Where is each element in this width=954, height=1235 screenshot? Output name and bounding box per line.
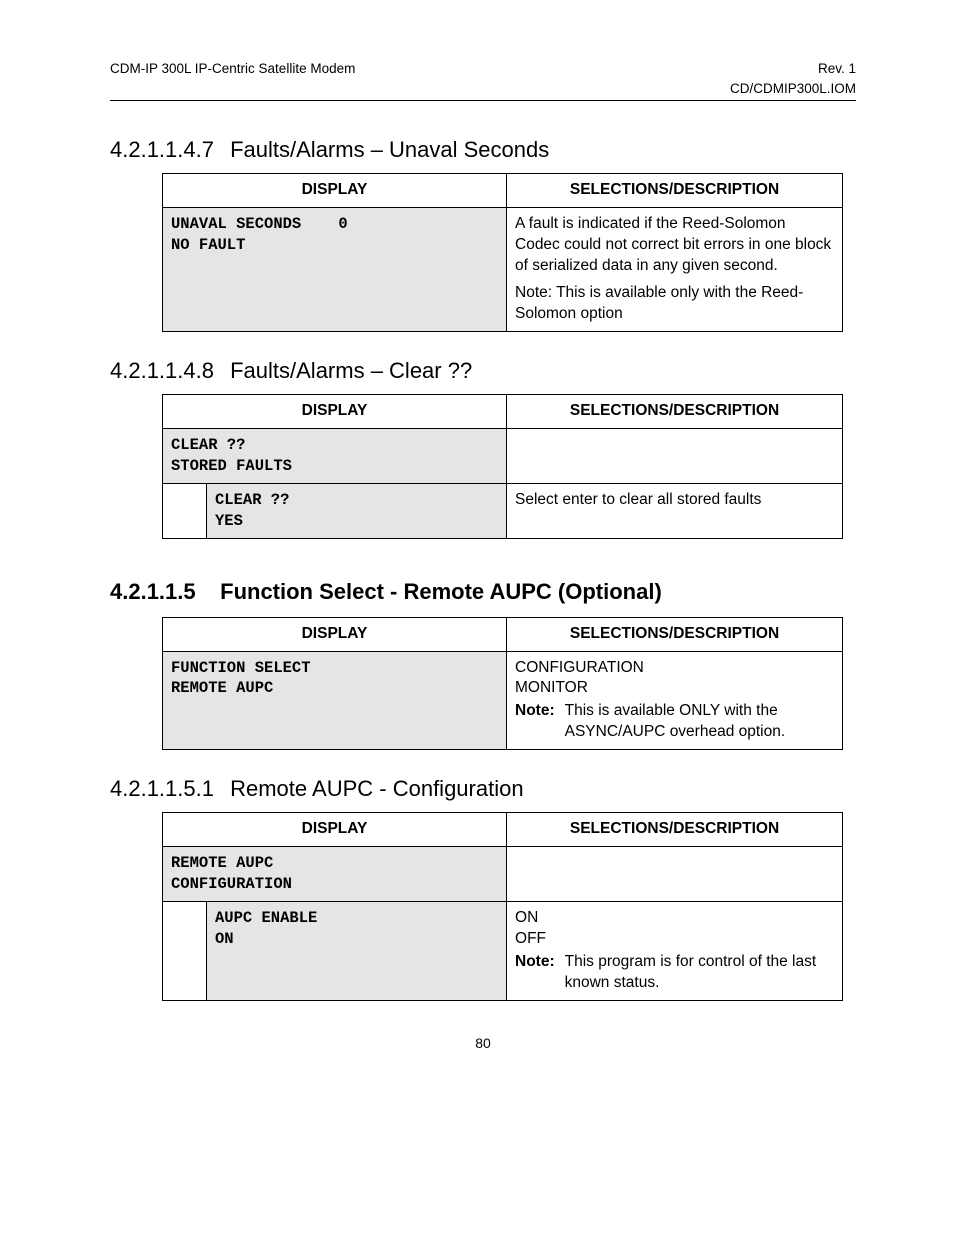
desc-line: OFF	[515, 929, 834, 950]
desc-text: A fault is indicated if the Reed-Solomon…	[515, 214, 834, 277]
section-title: Function Select - Remote AUPC (Optional)	[220, 579, 662, 604]
section-number: 4.2.1.1.5.1	[110, 776, 214, 802]
description-cell: ON OFF Note: This program is for control…	[507, 901, 843, 1000]
header-rule	[110, 100, 856, 101]
desc-line: MONITOR	[515, 678, 834, 699]
col-desc: SELECTIONS/DESCRIPTION	[507, 394, 843, 428]
section-heading: 4.2.1.1.4.7 Faults/Alarms – Unaval Secon…	[110, 137, 856, 163]
note-row: Note: This program is for control of the…	[515, 952, 834, 994]
desc-note: Note: This is available only with the Re…	[515, 283, 834, 325]
page-number: 80	[110, 1035, 856, 1051]
desc-line: CONFIGURATION	[515, 658, 834, 679]
description-cell	[507, 428, 843, 483]
section-number: 4.2.1.1.4.8	[110, 358, 214, 384]
note-text: This program is for control of the last …	[565, 952, 834, 994]
lcd-display: CLEAR ?? YES	[207, 483, 507, 538]
page-header: CDM-IP 300L IP-Centric Satellite Modem R…	[110, 60, 856, 101]
section-title: Remote AUPC - Configuration	[230, 776, 523, 801]
lcd-display: FUNCTION SELECT REMOTE AUPC	[163, 651, 507, 750]
header-left: CDM-IP 300L IP-Centric Satellite Modem	[110, 60, 355, 78]
header-right-1: Rev. 1	[818, 60, 856, 78]
description-cell	[507, 847, 843, 902]
lcd-display: REMOTE AUPC CONFIGURATION	[163, 847, 507, 902]
lcd-display: UNAVAL SECONDS 0 NO FAULT	[163, 208, 507, 332]
description-cell: A fault is indicated if the Reed-Solomon…	[507, 208, 843, 332]
lcd-display: CLEAR ?? STORED FAULTS	[163, 428, 507, 483]
col-display: DISPLAY	[163, 174, 507, 208]
section-heading: 4.2.1.1.5.1 Remote AUPC - Configuration	[110, 776, 856, 802]
table-function-select: DISPLAY SELECTIONS/DESCRIPTION FUNCTION …	[162, 617, 843, 751]
table-remote-aupc-config: DISPLAY SELECTIONS/DESCRIPTION REMOTE AU…	[162, 812, 843, 1000]
col-display: DISPLAY	[163, 394, 507, 428]
header-right-2: CD/CDMIP300L.IOM	[730, 80, 856, 98]
sub-stub	[163, 483, 207, 538]
col-desc: SELECTIONS/DESCRIPTION	[507, 813, 843, 847]
desc-line: ON	[515, 908, 834, 929]
table-unaval-seconds: DISPLAY SELECTIONS/DESCRIPTION UNAVAL SE…	[162, 173, 843, 332]
section-title: Faults/Alarms – Clear ??	[230, 358, 472, 383]
description-cell: CONFIGURATION MONITOR Note: This is avai…	[507, 651, 843, 750]
section-heading: 4.2.1.1.5 Function Select - Remote AUPC …	[110, 579, 856, 605]
col-display: DISPLAY	[163, 617, 507, 651]
sub-stub	[163, 901, 207, 1000]
col-display: DISPLAY	[163, 813, 507, 847]
note-label: Note:	[515, 952, 555, 994]
note-label: Note:	[515, 701, 555, 743]
col-desc: SELECTIONS/DESCRIPTION	[507, 617, 843, 651]
description-cell: Select enter to clear all stored faults	[507, 483, 843, 538]
col-desc: SELECTIONS/DESCRIPTION	[507, 174, 843, 208]
section-heading: 4.2.1.1.4.8 Faults/Alarms – Clear ??	[110, 358, 856, 384]
section-title: Faults/Alarms – Unaval Seconds	[230, 137, 549, 162]
note-row: Note: This is available ONLY with the AS…	[515, 701, 834, 743]
lcd-display: AUPC ENABLE ON	[207, 901, 507, 1000]
table-clear: DISPLAY SELECTIONS/DESCRIPTION CLEAR ?? …	[162, 394, 843, 539]
section-number: 4.2.1.1.4.7	[110, 137, 214, 163]
note-text: This is available ONLY with the ASYNC/AU…	[565, 701, 834, 743]
section-number: 4.2.1.1.5	[110, 579, 214, 605]
